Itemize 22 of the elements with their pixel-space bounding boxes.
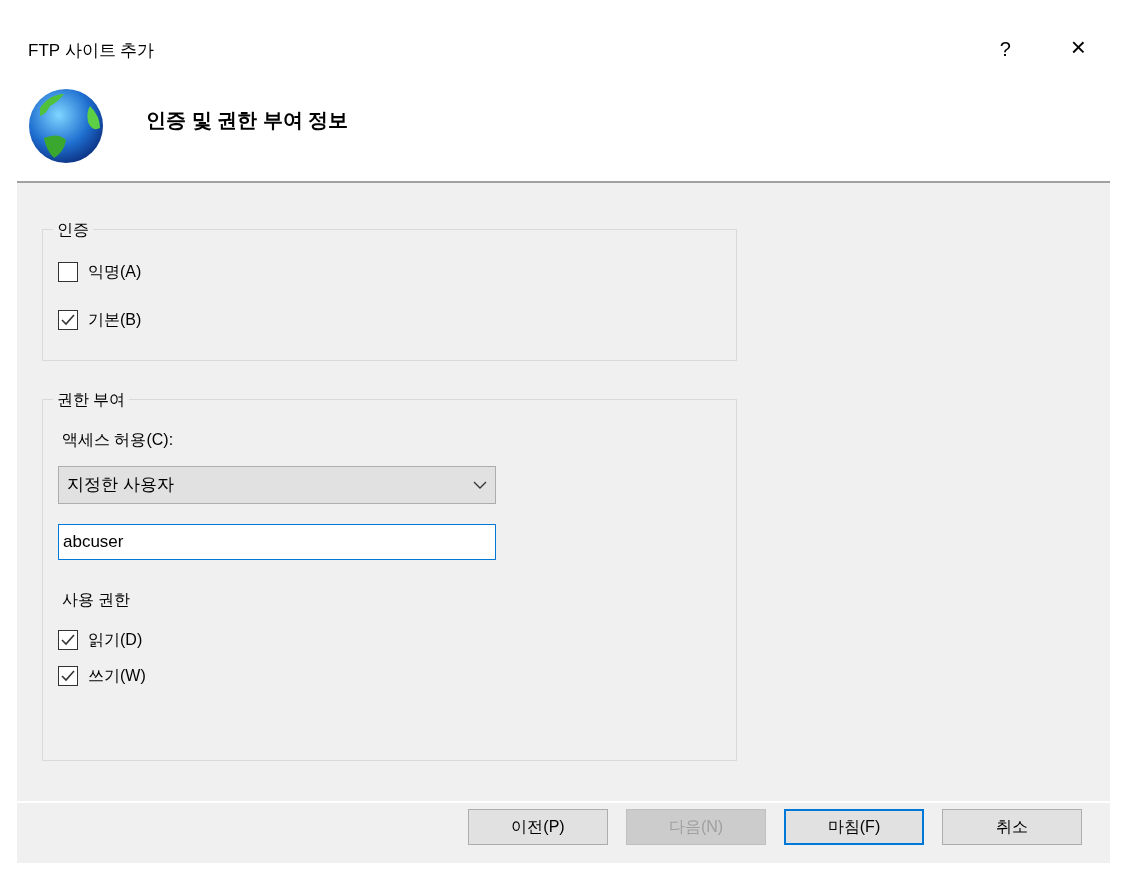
window-title: FTP 사이트 추가 [28,40,155,62]
dialog-button[interactable]: 마침(F) [784,809,924,845]
close-button[interactable]: × [1070,34,1086,60]
checkbox[interactable] [58,630,78,650]
field-label: 액세스 허용(C): [62,430,174,450]
access-dropdown[interactable]: 지정한 사용자 [58,466,496,504]
page-heading: 인증 및 권한 부여 정보 [146,108,349,132]
help-button[interactable]: ? [999,38,1011,60]
checkbox-label: 기본(B) [88,310,142,330]
checkbox[interactable] [58,262,78,282]
section-label: 사용 권한 [62,590,131,610]
dialog-button[interactable]: 이전(P) [468,809,608,845]
checkbox-label: 익명(A) [88,262,142,282]
checkbox[interactable] [58,310,78,330]
dialog-button[interactable]: 취소 [942,809,1082,845]
chevron-down-icon [473,481,487,489]
dropdown-value: 지정한 사용자 [67,474,174,497]
checkbox[interactable] [58,666,78,686]
checkbox-label: 쓰기(W) [88,666,146,686]
user-input-field[interactable]: abcuser [58,524,496,560]
globe-icon [28,88,106,166]
checkbox-label: 읽기(D) [88,630,143,650]
